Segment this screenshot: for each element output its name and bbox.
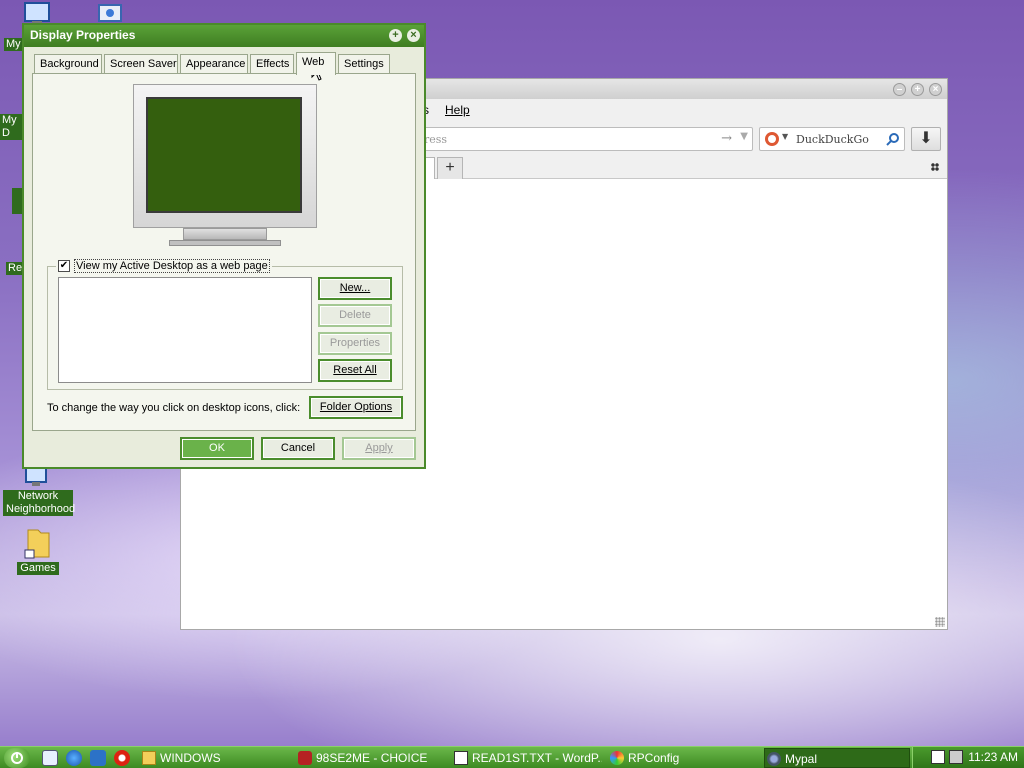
taskbar-item-label: RPConfig: [628, 751, 680, 765]
folder-icon: [24, 529, 50, 559]
menu-help[interactable]: Help: [445, 103, 470, 117]
taskbar-item-rpconfig[interactable]: RPConfig: [608, 748, 758, 768]
web-items-list[interactable]: [58, 277, 312, 383]
active-desktop-label[interactable]: View my Active Desktop as a web page: [74, 259, 270, 273]
desktop-icon-label: Games: [17, 562, 59, 575]
desktop-icon-label: Network Neighborhood: [3, 490, 75, 516]
apply-button-label: Apply: [365, 442, 393, 454]
delete-button[interactable]: Delete: [318, 304, 392, 327]
taskbar-item-label: Mypal: [785, 752, 818, 766]
apply-button[interactable]: Apply: [342, 437, 416, 460]
monitor-frame: [133, 84, 317, 228]
taskbar: WINDOWS 98SE2ME - CHOICE READ1ST.TXT - W…: [0, 746, 1024, 768]
tray-calendar-icon[interactable]: [931, 750, 945, 764]
config-icon: [610, 751, 624, 765]
browser-icon: [767, 752, 781, 766]
new-button-label: New...: [339, 282, 371, 294]
dialog-titlebar[interactable]: Display Properties + ×: [24, 25, 424, 47]
delete-button-label: Delete: [339, 309, 371, 321]
document-icon: [454, 751, 468, 765]
taskbar-item-98se2me[interactable]: 98SE2ME - CHOICE: [296, 748, 444, 768]
ok-button-label: OK: [209, 442, 225, 454]
monitor-stand: [183, 228, 267, 240]
new-tab-button[interactable]: +: [437, 157, 463, 179]
close-icon[interactable]: ×: [407, 29, 420, 42]
maximize-icon[interactable]: +: [911, 83, 924, 96]
download-icon[interactable]: ⬇: [911, 127, 941, 151]
desktop-icon-network-top[interactable]: [96, 2, 126, 24]
search-bar[interactable]: ▼ DuckDuckGo: [759, 127, 905, 151]
tray-network-icon[interactable]: [949, 750, 963, 764]
properties-button[interactable]: Properties: [318, 332, 392, 355]
network-neighborhood-icon: [25, 467, 47, 486]
search-icon[interactable]: [886, 132, 900, 146]
tab-screen-saver[interactable]: Screen Saver: [104, 54, 178, 74]
web-tab-panel: ✔ View my Active Desktop as a web page N…: [32, 73, 416, 431]
close-icon[interactable]: ×: [929, 83, 942, 96]
taskbar-item-label: READ1ST.TXT - WordP...: [472, 751, 602, 765]
folder-options-prompt: To change the way you click on desktop i…: [47, 402, 301, 414]
monitor-screen: [146, 97, 302, 213]
start-icon: [11, 752, 23, 764]
tab-settings[interactable]: Settings: [338, 54, 390, 74]
taskbar-item-label: 98SE2ME - CHOICE: [316, 751, 428, 765]
help-icon[interactable]: +: [389, 29, 402, 42]
properties-button-label: Properties: [329, 337, 381, 349]
folder-options-button-label: Folder Options: [319, 401, 393, 413]
cancel-button-label: Cancel: [280, 442, 316, 454]
active-desktop-checkbox[interactable]: ✔: [58, 260, 70, 272]
start-button[interactable]: [4, 748, 30, 768]
quicklaunch-ie-icon[interactable]: [66, 750, 82, 766]
car-icon: [298, 751, 312, 765]
taskbar-item-label: WINDOWS: [160, 751, 221, 765]
address-placeholder: ress: [424, 133, 448, 146]
dropdown-icon[interactable]: ▼: [740, 131, 748, 142]
search-engine-label: DuckDuckGo: [796, 133, 869, 146]
monitor-base: [169, 240, 281, 246]
taskbar-item-windows[interactable]: WINDOWS: [140, 748, 288, 768]
desktop-icon-label: My: [4, 38, 23, 51]
quicklaunch-outlook-icon[interactable]: [90, 750, 106, 766]
tab-background[interactable]: Background: [34, 54, 102, 74]
clock: 11:23 AM: [968, 750, 1018, 764]
address-bar[interactable]: ress → ▼: [417, 127, 753, 151]
network-icon: [98, 4, 122, 22]
tab-effects[interactable]: Effects: [250, 54, 294, 74]
dialog-title: Display Properties: [30, 28, 136, 42]
system-tray: 11:23 AM: [912, 747, 1024, 768]
tab-appearance[interactable]: Appearance: [180, 54, 248, 74]
desktop-icon-label: My D: [0, 114, 24, 140]
quicklaunch-edit-icon[interactable]: [42, 750, 58, 766]
active-desktop-legend[interactable]: ✔ View my Active Desktop as a web page: [56, 259, 272, 273]
new-button[interactable]: New...: [318, 277, 392, 300]
taskbar-item-readme[interactable]: READ1ST.TXT - WordP...: [452, 748, 602, 768]
display-properties-dialog[interactable]: Display Properties + × Background Screen…: [22, 23, 426, 469]
folder-options-button[interactable]: Folder Options: [309, 396, 403, 419]
tab-web[interactable]: Web: [296, 52, 336, 75]
desktop-icon-hidden[interactable]: [12, 188, 22, 214]
ok-button[interactable]: OK: [180, 437, 254, 460]
active-desktop-group: ✔ View my Active Desktop as a web page N…: [47, 259, 403, 390]
grid-menu-icon[interactable]: [931, 163, 939, 171]
reset-all-button-label: Reset All: [333, 364, 377, 376]
duckduckgo-icon[interactable]: [764, 131, 780, 147]
desktop-icon-network-neighborhood[interactable]: Network Neighborhood: [0, 466, 76, 516]
quicklaunch-opera-icon[interactable]: [114, 750, 130, 766]
resize-grip-icon[interactable]: [935, 617, 945, 627]
minimize-icon[interactable]: –: [893, 83, 906, 96]
go-arrow-icon[interactable]: →: [721, 131, 732, 146]
desktop-icon-my-documents[interactable]: My D: [0, 110, 24, 140]
desktop-icon-games[interactable]: Games: [0, 526, 76, 575]
folder-icon: [142, 751, 156, 765]
reset-all-button[interactable]: Reset All: [318, 359, 392, 382]
taskbar-item-mypal[interactable]: Mypal: [764, 748, 910, 768]
cancel-button[interactable]: Cancel: [261, 437, 335, 460]
search-dropdown-icon[interactable]: ▼: [782, 132, 788, 141]
